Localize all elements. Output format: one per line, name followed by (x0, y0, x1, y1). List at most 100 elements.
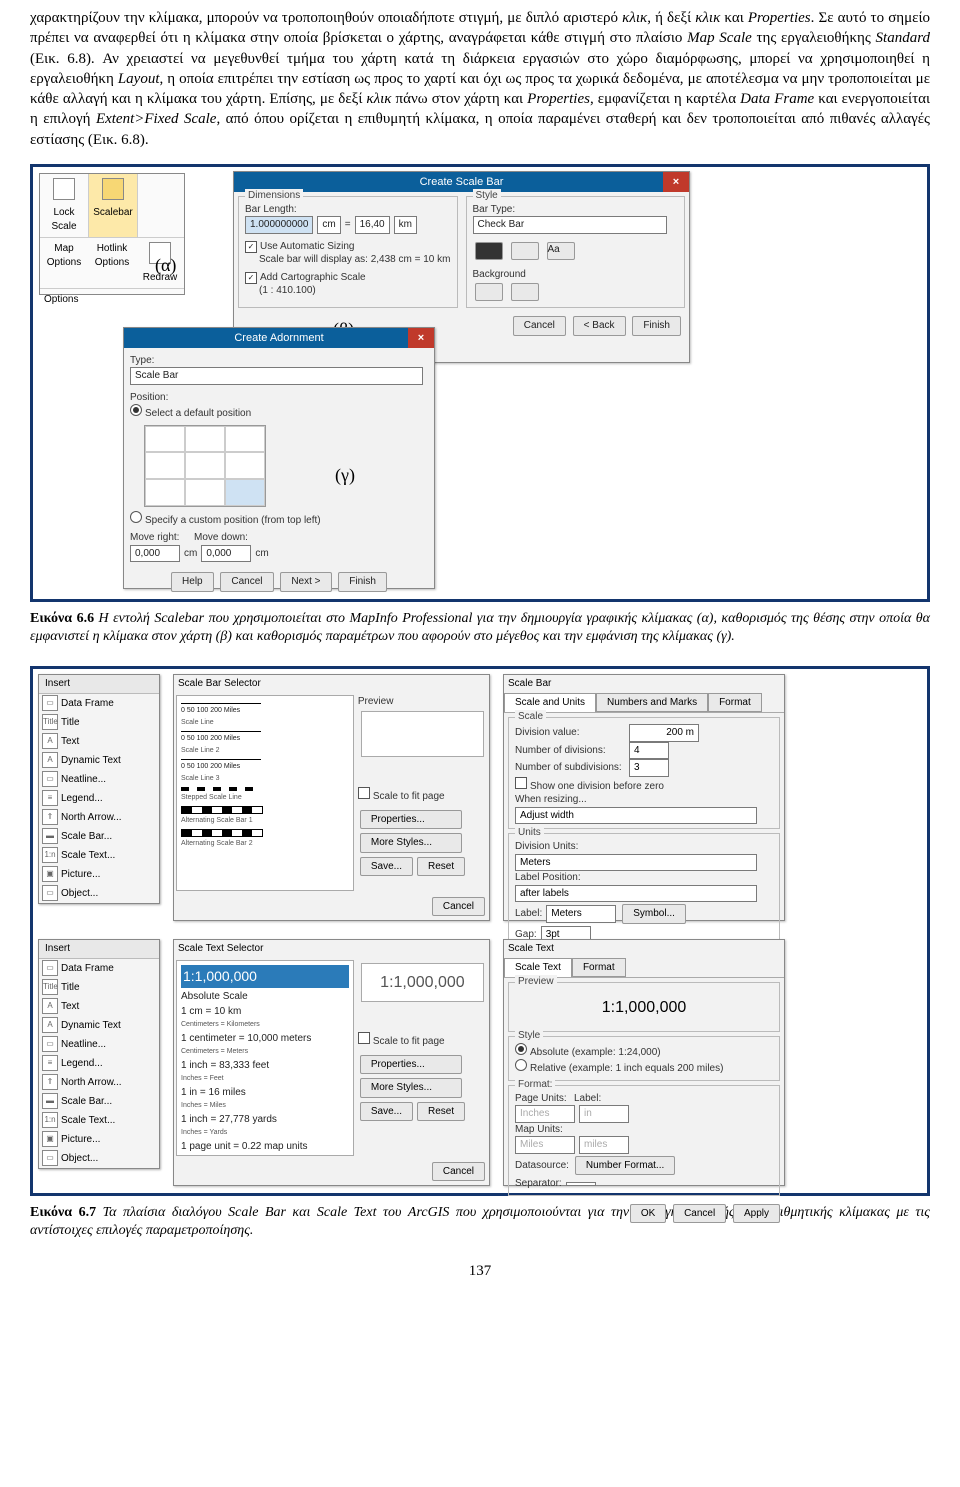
fit-page-checkbox[interactable] (358, 787, 370, 799)
menu-picture[interactable]: ▣Picture... (39, 865, 159, 884)
tab-format[interactable]: Format (572, 958, 626, 978)
scalebar-button[interactable]: Scalebar (89, 174, 138, 238)
props-button[interactable]: Properties... (360, 810, 462, 830)
close-icon[interactable]: × (408, 328, 434, 348)
bg-swatch-2[interactable] (511, 283, 539, 301)
num-divisions[interactable]: 4 (629, 742, 669, 760)
menu-legend[interactable]: ≡Legend... (39, 1054, 159, 1073)
position-grid[interactable] (144, 425, 266, 507)
menu-north-arrow[interactable]: ⇑North Arrow... (39, 808, 159, 827)
help-button[interactable]: Help (171, 572, 214, 592)
number-format-button[interactable]: Number Format... (575, 1156, 675, 1176)
relative-radio[interactable] (515, 1059, 527, 1071)
bg-swatch-1[interactable] (475, 283, 503, 301)
finish-button[interactable]: Finish (338, 572, 387, 592)
menu-text[interactable]: AText (39, 732, 159, 751)
style-swatch-2[interactable] (511, 242, 539, 260)
cartographic-checkbox[interactable]: ✓ (245, 272, 257, 284)
label-position[interactable]: after labels (515, 885, 757, 903)
close-icon[interactable]: × (663, 172, 689, 192)
menu-title[interactable]: TitleTitle (39, 713, 159, 732)
resize-select[interactable]: Adjust width (515, 807, 757, 825)
menu-neatline[interactable]: ▭Neatline... (39, 770, 159, 789)
cancel-button[interactable]: Cancel (432, 897, 485, 917)
menu-dynamic-text[interactable]: ADynamic Text (39, 1016, 159, 1035)
menu-north-arrow[interactable]: ⇑North Arrow... (39, 1073, 159, 1092)
menu-scale-bar[interactable]: ▬Scale Bar... (39, 1092, 159, 1111)
custom-position-radio[interactable] (130, 511, 142, 523)
menu-picture[interactable]: ▣Picture... (39, 1130, 159, 1149)
map-length-unit[interactable]: km (394, 216, 417, 234)
hotlink-options-button[interactable]: Hotlink Options (88, 238, 136, 288)
map-units-label[interactable]: miles (579, 1136, 629, 1154)
default-position-radio[interactable] (130, 404, 142, 416)
menu-title[interactable]: TitleTitle (39, 978, 159, 997)
finish-button[interactable]: Finish (632, 316, 681, 336)
reset-button[interactable]: Reset (417, 857, 465, 877)
lock-scale-button[interactable]: Lock Scale (40, 174, 89, 238)
menu-data-frame[interactable]: ▭Data Frame (39, 694, 159, 713)
cancel-button[interactable]: Cancel (432, 1162, 485, 1182)
menu-neatline[interactable]: ▭Neatline... (39, 1035, 159, 1054)
style-swatch-1[interactable] (475, 242, 503, 260)
cancel-button[interactable]: Cancel (220, 572, 273, 592)
move-down-input[interactable]: 0,000 (201, 545, 251, 563)
move-right-input[interactable]: 0,000 (130, 545, 180, 563)
map-units[interactable]: Miles (515, 1136, 575, 1154)
label-gamma: (γ) (335, 463, 355, 487)
menu-scale-bar[interactable]: ▬Scale Bar... (39, 827, 159, 846)
bar-length-unit[interactable]: cm (317, 216, 340, 234)
bar-length-value[interactable]: 1.000000000 (245, 216, 313, 234)
figure-6-7: Insert ▭Data Frame TitleTitle AText ADyn… (30, 666, 930, 1196)
back-button[interactable]: < Back (573, 316, 626, 336)
show-one-checkbox[interactable] (515, 777, 527, 789)
next-button[interactable]: Next > (280, 572, 331, 592)
cancel-button[interactable]: Cancel (513, 316, 566, 336)
page-units-label[interactable]: in (579, 1105, 629, 1123)
map-options-button[interactable]: Map Options (40, 238, 88, 288)
division-units[interactable]: Meters (515, 854, 757, 872)
title-icon: Title (42, 979, 58, 995)
fit-page-checkbox[interactable] (358, 1032, 370, 1044)
map-length-value[interactable]: 16,40 (355, 216, 390, 234)
save-button[interactable]: Save... (360, 857, 413, 877)
page-units[interactable]: Inches (515, 1105, 575, 1123)
text-icon: A (42, 733, 58, 749)
style-swatch-3[interactable]: Aa (547, 242, 575, 260)
menu-scale-text[interactable]: 1:nScale Text... (39, 1111, 159, 1130)
save-button[interactable]: Save... (360, 1102, 413, 1122)
reset-button[interactable]: Reset (417, 1102, 465, 1122)
menu-object[interactable]: ▭Object... (39, 884, 159, 903)
absolute-radio[interactable] (515, 1043, 527, 1055)
apply-button[interactable]: Apply (733, 1204, 780, 1224)
cancel-button[interactable]: Cancel (673, 1204, 726, 1224)
tab-numbers-marks[interactable]: Numbers and Marks (596, 693, 708, 713)
more-styles-button[interactable]: More Styles... (360, 1078, 462, 1098)
tab-format[interactable]: Format (708, 693, 762, 713)
sts-list[interactable]: 1:1,000,000 Absolute Scale 1 cm = 10 kmC… (176, 960, 354, 1156)
num-subdivisions[interactable]: 3 (629, 759, 669, 777)
menu-text[interactable]: AText (39, 997, 159, 1016)
division-value[interactable]: 200 m (629, 724, 699, 742)
label-input[interactable]: Meters (546, 905, 616, 923)
sbs-preview-label: Preview (358, 695, 487, 709)
auto-sizing-checkbox[interactable]: ✓ (245, 241, 257, 253)
sbs-list[interactable]: 0 50 100 200 MilesScale Line 0 50 100 20… (176, 695, 354, 891)
separator-input[interactable] (566, 1182, 596, 1186)
auto-note: Scale bar will display as: 2,438 cm = 10… (259, 253, 451, 267)
scale-bar-dialog: Scale Bar Scale and Units Numbers and Ma… (503, 674, 785, 921)
symbol-button[interactable]: Symbol... (622, 904, 686, 924)
props-button[interactable]: Properties... (360, 1055, 462, 1075)
scale-text-selector: Scale Text Selector 1:1,000,000 Absolute… (173, 939, 490, 1186)
ok-button[interactable]: OK (630, 1204, 666, 1224)
menu-dynamic-text[interactable]: ADynamic Text (39, 751, 159, 770)
bar-type-select[interactable]: Check Bar (473, 216, 668, 234)
menu-legend[interactable]: ≡Legend... (39, 789, 159, 808)
type-select[interactable]: Scale Bar (130, 367, 423, 385)
menu-data-frame[interactable]: ▭Data Frame (39, 959, 159, 978)
menu-object[interactable]: ▭Object... (39, 1149, 159, 1168)
menu-scale-text[interactable]: 1:nScale Text... (39, 846, 159, 865)
picture-icon: ▣ (42, 866, 58, 882)
more-styles-button[interactable]: More Styles... (360, 833, 462, 853)
dynamic-text-icon: A (42, 752, 58, 768)
